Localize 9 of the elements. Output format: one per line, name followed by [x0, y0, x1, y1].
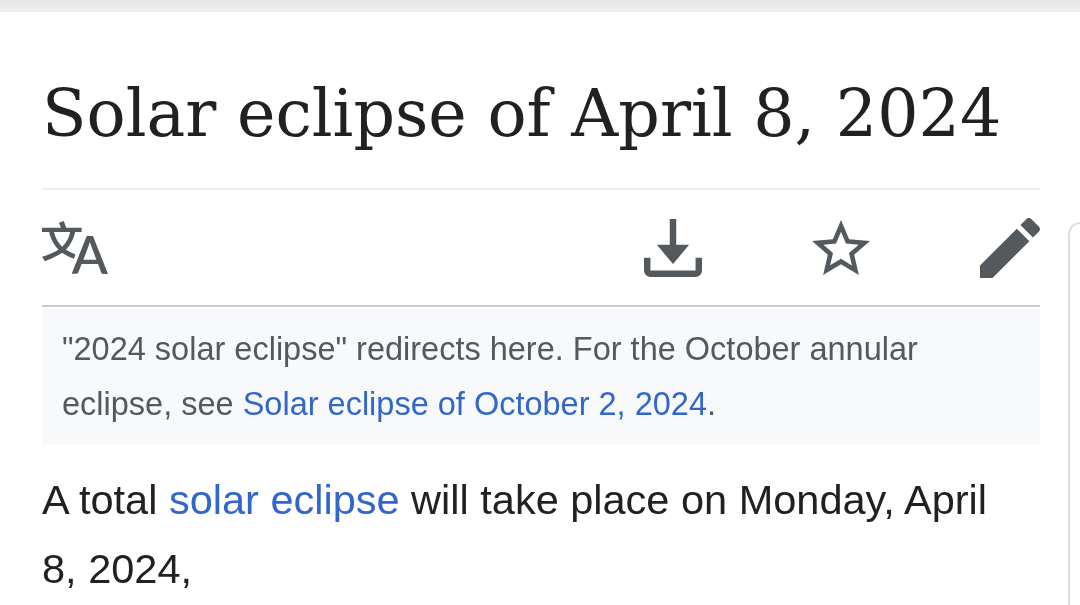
page-title: Solar eclipse of April 8, 2024: [42, 12, 1040, 190]
hatnote-link[interactable]: Solar eclipse of October 2, 2024: [242, 386, 707, 422]
language-icon[interactable]: [42, 221, 108, 274]
hatnote-text: "2024 solar eclipse" redirects here. For the October annular eclipse, see Solar eclipse of October 2, 2024.: [42, 309, 1040, 445]
star-icon[interactable]: [812, 220, 870, 275]
pencil-icon[interactable]: [980, 217, 1040, 278]
article-paragraph: A total solar eclipse will take place on Monday, April 8, 2024,: [42, 475, 989, 594]
download-icon[interactable]: [644, 218, 702, 277]
article-link[interactable]: solar eclipse: [168, 476, 400, 523]
